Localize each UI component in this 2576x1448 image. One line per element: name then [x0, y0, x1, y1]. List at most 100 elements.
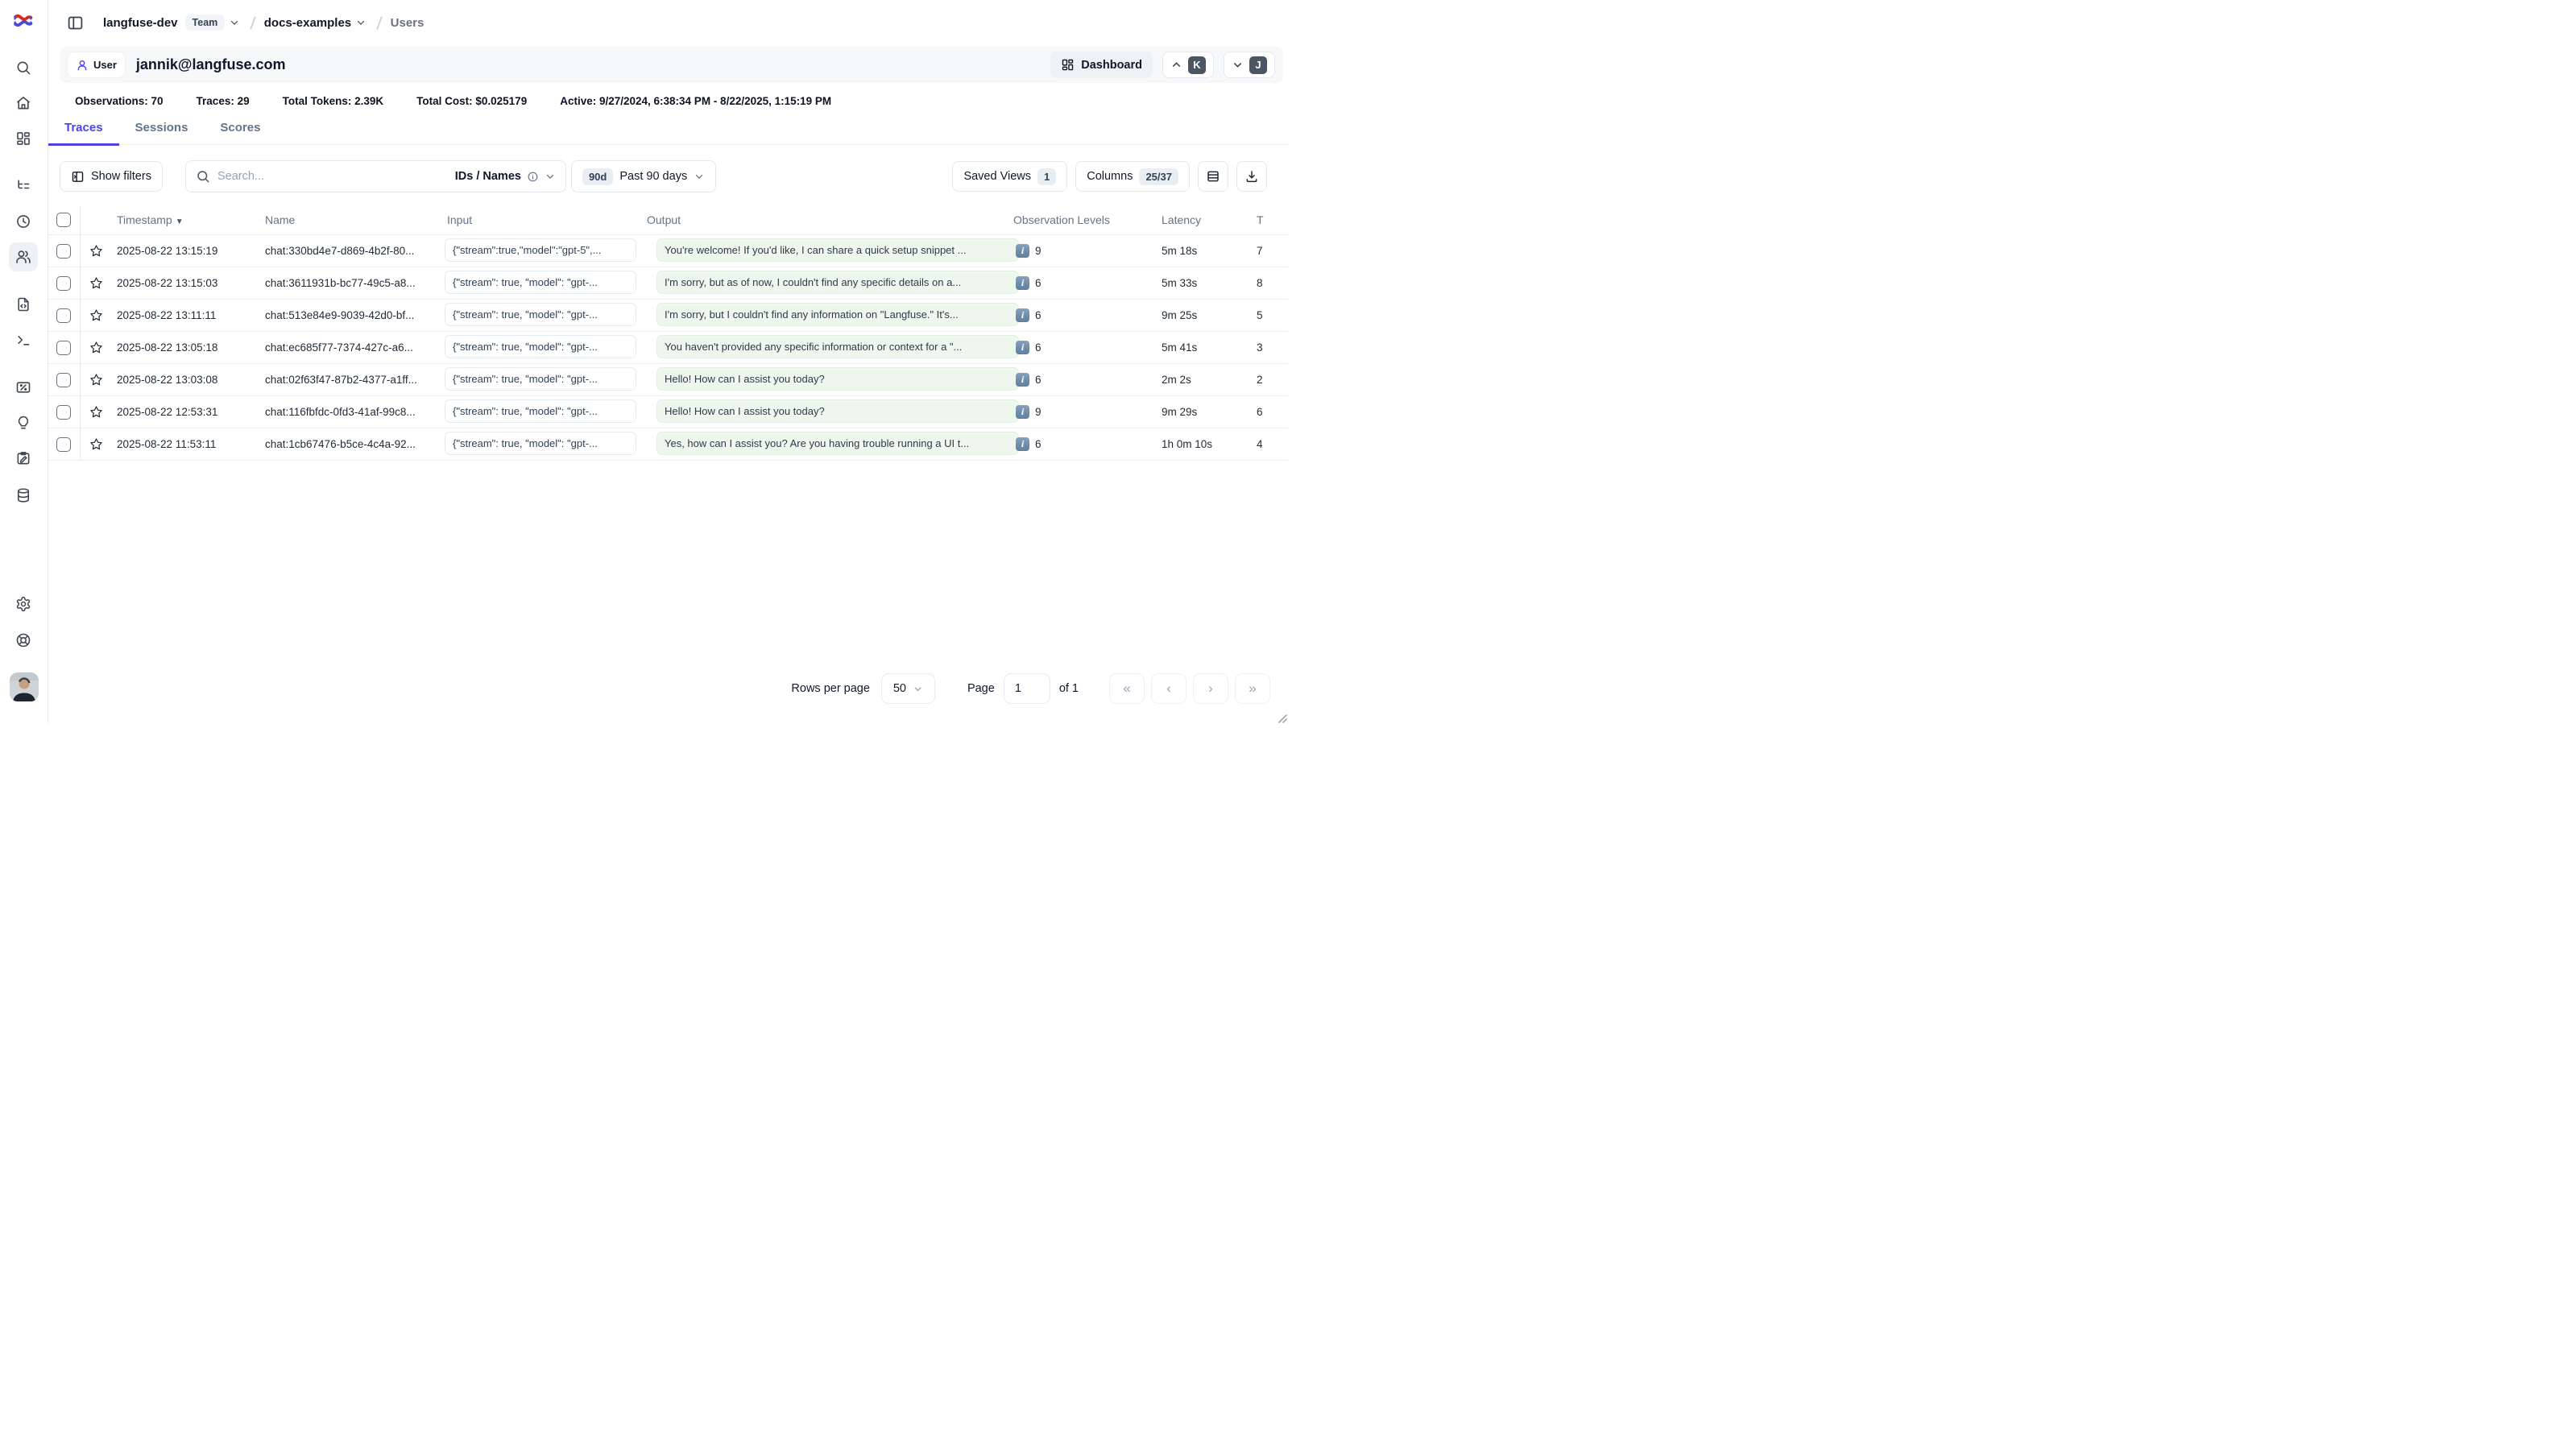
trace-row[interactable]: 2025-08-22 12:53:31 chat:116fbfdc-0fd3-4…: [48, 396, 1288, 428]
tab-traces[interactable]: Traces: [48, 121, 119, 146]
bookmark-star-icon[interactable]: [81, 276, 111, 290]
col-header-overflow[interactable]: T: [1251, 213, 1288, 226]
trace-input-preview[interactable]: {"stream": true, "model": "gpt-...: [445, 303, 636, 326]
col-header-input[interactable]: Input: [441, 213, 641, 226]
trace-name: chat:02f63f47-87b2-4377-a1ff...: [259, 374, 441, 386]
trace-row[interactable]: 2025-08-22 11:53:11 chat:1cb67476-b5ce-4…: [48, 428, 1288, 461]
home-icon[interactable]: [9, 89, 38, 118]
trace-input-preview[interactable]: {"stream": true, "model": "gpt-...: [445, 271, 636, 294]
last-page-button[interactable]: »: [1235, 673, 1270, 704]
trace-output-preview[interactable]: I'm sorry, but as of now, I couldn't fin…: [656, 271, 1019, 294]
next-page-button[interactable]: ›: [1193, 673, 1228, 704]
bookmark-star-icon[interactable]: [81, 308, 111, 322]
saved-views-button[interactable]: Saved Views 1: [952, 161, 1067, 192]
info-level-icon: i: [1016, 244, 1029, 258]
sort-desc-icon: ▼: [176, 217, 184, 226]
page-count-label: of 1: [1059, 682, 1079, 695]
pagination: Rows per page 50 Page of 1 « ‹ › »: [791, 673, 1270, 704]
trace-output-preview[interactable]: Hello! How can I assist you today?: [656, 367, 1019, 391]
row-checkbox[interactable]: [56, 405, 71, 420]
users-nav-icon[interactable]: [9, 242, 38, 271]
prev-page-button[interactable]: ‹: [1151, 673, 1187, 704]
support-icon[interactable]: [9, 626, 38, 655]
tab-sessions[interactable]: Sessions: [119, 121, 205, 144]
time-range-button[interactable]: 90d Past 90 days: [571, 160, 716, 192]
col-header-name[interactable]: Name: [259, 213, 441, 226]
user-avatar[interactable]: [10, 672, 39, 701]
rows-per-page-select[interactable]: 50: [881, 673, 935, 704]
bookmark-star-icon[interactable]: [81, 405, 111, 419]
col-header-timestamp[interactable]: Timestamp▼: [111, 213, 259, 226]
prompts-icon[interactable]: [9, 290, 38, 319]
select-all-checkbox[interactable]: [56, 213, 71, 227]
search-nav-icon[interactable]: [9, 53, 38, 82]
playground-icon[interactable]: [9, 325, 38, 354]
trace-row[interactable]: 2025-08-22 13:15:03 chat:3611931b-bc77-4…: [48, 267, 1288, 300]
download-icon: [1245, 169, 1259, 184]
trace-row[interactable]: 2025-08-22 13:11:11 chat:513e84e9-9039-4…: [48, 300, 1288, 332]
trace-output-preview[interactable]: You haven't provided any specific inform…: [656, 335, 1019, 358]
project-name[interactable]: docs-examples: [264, 16, 351, 30]
first-page-button[interactable]: «: [1109, 673, 1145, 704]
bookmark-star-icon[interactable]: [81, 373, 111, 387]
resize-handle[interactable]: [1276, 712, 1287, 723]
row-checkbox[interactable]: [56, 437, 71, 452]
row-checkbox[interactable]: [56, 244, 71, 259]
dashboards-icon[interactable]: [9, 124, 38, 153]
trace-overflow-value: 6: [1251, 406, 1288, 418]
trace-row[interactable]: 2025-08-22 13:03:08 chat:02f63f47-87b2-4…: [48, 364, 1288, 396]
trace-input-preview[interactable]: {"stream":true,"model":"gpt-5",...: [445, 238, 636, 262]
settings-icon[interactable]: [9, 590, 38, 619]
search-box: IDs / Names: [185, 160, 566, 192]
col-header-latency[interactable]: Latency: [1156, 213, 1251, 226]
database-icon[interactable]: [9, 481, 38, 510]
columns-button[interactable]: Columns 25/37: [1075, 161, 1190, 192]
org-type-badge: Team: [185, 14, 226, 31]
search-scope-select[interactable]: IDs / Names: [455, 170, 556, 183]
breadcrumb-page: Users: [391, 16, 425, 30]
trace-output-preview[interactable]: I'm sorry, but I couldn't find any infor…: [656, 303, 1019, 326]
bookmark-star-icon[interactable]: [81, 244, 111, 258]
trace-timestamp: 2025-08-22 13:15:19: [111, 245, 259, 257]
prev-user-button[interactable]: K: [1162, 52, 1214, 78]
trace-output-preview[interactable]: Hello! How can I assist you today?: [656, 399, 1019, 423]
evaluation-icon[interactable]: [9, 373, 38, 402]
tab-scores[interactable]: Scores: [204, 121, 276, 144]
row-checkbox[interactable]: [56, 308, 71, 323]
trace-row[interactable]: 2025-08-22 13:05:18 chat:ec685f77-7374-4…: [48, 332, 1288, 364]
col-header-observation-levels[interactable]: Observation Levels: [1008, 213, 1156, 226]
bookmark-star-icon[interactable]: [81, 437, 111, 451]
trace-output-preview[interactable]: You're welcome! If you'd like, I can sha…: [656, 238, 1019, 262]
next-user-button[interactable]: J: [1224, 52, 1275, 78]
trace-input-preview[interactable]: {"stream": true, "model": "gpt-...: [445, 367, 636, 391]
export-button[interactable]: [1236, 161, 1267, 192]
org-chevron-down-icon[interactable]: [229, 17, 240, 28]
trace-output-preview[interactable]: Yes, how can I assist you? Are you havin…: [656, 432, 1019, 455]
col-header-output[interactable]: Output: [641, 213, 1008, 226]
page-number-input[interactable]: [1004, 673, 1050, 704]
user-stats: Observations: 70 Traces: 29 Total Tokens…: [75, 95, 1288, 107]
trace-latency: 2m 2s: [1156, 374, 1251, 386]
row-height-button[interactable]: [1198, 161, 1228, 192]
row-checkbox[interactable]: [56, 276, 71, 291]
judge-icon[interactable]: [9, 408, 38, 437]
info-level-icon: i: [1016, 308, 1029, 322]
row-checkbox[interactable]: [56, 373, 71, 387]
row-checkbox[interactable]: [56, 341, 71, 355]
sessions-icon[interactable]: [9, 207, 38, 236]
dashboard-button[interactable]: Dashboard: [1050, 52, 1153, 78]
datasets-icon[interactable]: [9, 444, 38, 473]
tracing-icon[interactable]: [9, 172, 38, 201]
show-filters-button[interactable]: Show filters: [60, 161, 163, 192]
org-name[interactable]: langfuse-dev: [103, 16, 178, 30]
bookmark-star-icon[interactable]: [81, 341, 111, 354]
trace-input-preview[interactable]: {"stream": true, "model": "gpt-...: [445, 335, 636, 358]
sidebar-toggle-icon[interactable]: [63, 10, 87, 35]
project-chevron-down-icon[interactable]: [355, 17, 367, 28]
trace-row[interactable]: 2025-08-22 13:15:19 chat:330bd4e7-d869-4…: [48, 235, 1288, 267]
trace-timestamp: 2025-08-22 12:53:31: [111, 406, 259, 418]
info-circle-icon: [527, 171, 539, 183]
trace-input-preview[interactable]: {"stream": true, "model": "gpt-...: [445, 432, 636, 455]
trace-input-preview[interactable]: {"stream": true, "model": "gpt-...: [445, 399, 636, 423]
search-input[interactable]: [217, 170, 448, 183]
